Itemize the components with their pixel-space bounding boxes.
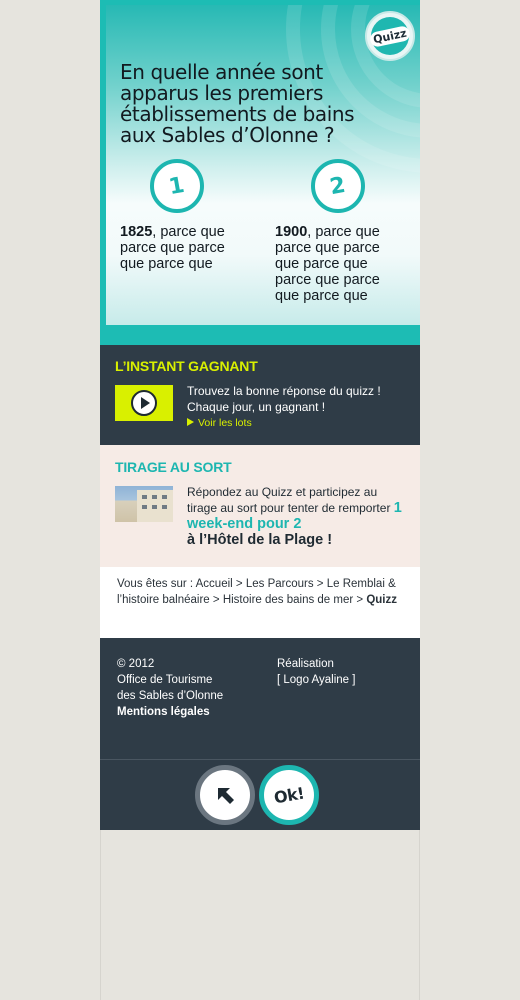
- tirage-text: Répondez au Quizz et participez au tirag…: [187, 484, 407, 548]
- copyright: © 2012: [117, 658, 155, 670]
- mentions-legales-link[interactable]: Mentions légales: [117, 704, 267, 720]
- realisation-label: Réalisation: [277, 658, 334, 670]
- instant-gagnant-text: Trouvez la bonne réponse du quizz ! Chaq…: [187, 384, 381, 414]
- quiz-badge-icon: Quizz: [365, 11, 415, 61]
- quiz-badge-label: Quizz: [369, 24, 412, 48]
- org-line-2: des Sables d’Olonne: [117, 690, 224, 702]
- breadcrumb-item-histoire[interactable]: Histoire des bains de mer: [223, 594, 353, 606]
- tirage-title: TIRAGE AU SORT: [115, 459, 232, 475]
- answer-2-year: 1900: [275, 224, 308, 240]
- arrow-right-icon: [187, 418, 194, 426]
- breadcrumb-separator: >: [353, 594, 367, 606]
- footer-info: © 2012 Office de Tourisme des Sables d’O…: [117, 656, 267, 720]
- voir-les-lots-link[interactable]: Voir les lots: [187, 417, 252, 429]
- hotel-photo: [115, 486, 173, 522]
- tirage-hotel: à l’Hôtel de la Plage !: [187, 532, 333, 548]
- breadcrumb: Vous êtes sur : Accueil > Les Parcours >…: [117, 576, 407, 608]
- answer-2-number: 2: [328, 172, 348, 200]
- breadcrumb-separator: >: [313, 578, 327, 590]
- breadcrumb-item-accueil[interactable]: Accueil: [196, 578, 233, 590]
- breadcrumb-separator: >: [209, 594, 223, 606]
- breadcrumb-prefix: Vous êtes sur :: [117, 578, 196, 590]
- quiz-question: En quelle année sont apparus les premier…: [120, 60, 355, 147]
- answer-1-number: 1: [167, 172, 187, 200]
- answer-1-text[interactable]: 1825, parce que parce que parce que parc…: [120, 224, 248, 272]
- breadcrumb-separator: >: [232, 578, 246, 590]
- ok-button[interactable]: Ok!: [259, 765, 319, 825]
- answer-2-text[interactable]: 1900, parce que parce que parce que parc…: [275, 224, 403, 304]
- back-button[interactable]: [195, 765, 255, 825]
- answer-1-year: 1825: [120, 224, 153, 240]
- breadcrumb-current: Quizz: [366, 594, 397, 606]
- ok-label: Ok!: [272, 783, 306, 807]
- tirage-description: Répondez au Quizz et participez au tirag…: [187, 485, 391, 515]
- arrow-up-left-icon: [218, 788, 234, 804]
- instant-gagnant-title: L’INSTANT GAGNANT: [115, 358, 258, 374]
- answer-1-button[interactable]: 1: [150, 159, 204, 213]
- footer-credits: Réalisation [ Logo Ayaline ]: [277, 656, 407, 688]
- logo-ayaline[interactable]: [ Logo Ayaline ]: [277, 672, 407, 688]
- footer-divider: [100, 759, 420, 760]
- breadcrumb-item-parcours[interactable]: Les Parcours: [246, 578, 314, 590]
- org-line-1: Office de Tourisme: [117, 674, 213, 686]
- answer-2-button[interactable]: 2: [311, 159, 365, 213]
- play-video-button[interactable]: [115, 385, 173, 421]
- play-icon: [131, 390, 157, 416]
- voir-les-lots-label: Voir les lots: [198, 417, 252, 429]
